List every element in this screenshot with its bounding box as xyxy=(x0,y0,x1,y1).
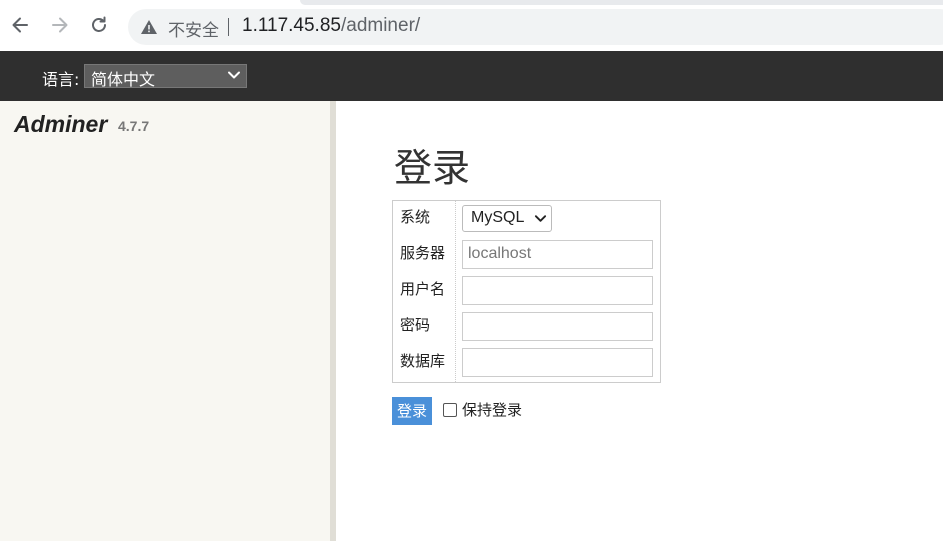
language-label: 语言: xyxy=(42,70,80,89)
password-label: 密码 xyxy=(400,316,431,334)
language-select[interactable]: 简体中文 xyxy=(84,64,247,89)
username-input[interactable] xyxy=(462,276,653,305)
address-bar[interactable]: 不安全 1.117.45.85/adminer/ xyxy=(128,9,943,45)
form-row-username: 用户名 xyxy=(393,273,660,309)
login-button[interactable]: 登录 xyxy=(392,397,432,425)
login-form-table: 系统 MySQL 服务器 localhost 用户名 密码 数据库 xyxy=(392,200,661,383)
system-label: 系统 xyxy=(400,208,431,226)
adminer-logo-link[interactable]: Adminer xyxy=(14,111,107,138)
security-label: 不安全 xyxy=(168,21,219,41)
remember-checkbox[interactable] xyxy=(443,403,457,417)
system-select[interactable]: MySQL xyxy=(462,205,552,232)
form-row-system: 系统 MySQL xyxy=(393,201,660,237)
main-content: 登录 系统 MySQL 服务器 localhost 用户名 密码 数据库 登录 xyxy=(336,101,943,541)
chevron-down-icon xyxy=(228,71,240,79)
page-title: 登录 xyxy=(394,146,471,190)
browser-toolbar: 不安全 1.117.45.85/adminer/ xyxy=(0,0,943,51)
tab-strip xyxy=(0,0,943,5)
chevron-down-icon xyxy=(534,215,547,222)
language-bar: 语言: 简体中文 xyxy=(0,51,943,101)
url-host: 1.117.45.85 xyxy=(242,15,341,36)
version-link[interactable]: 4.7.7 xyxy=(118,118,149,134)
reload-icon[interactable] xyxy=(86,12,112,38)
password-input[interactable] xyxy=(462,312,653,341)
database-label: 数据库 xyxy=(400,352,446,370)
back-icon[interactable] xyxy=(7,12,33,38)
language-value: 简体中文 xyxy=(91,70,156,89)
url-text: 1.117.45.85/adminer/ xyxy=(242,15,420,37)
warning-icon[interactable] xyxy=(140,18,158,36)
remember-label[interactable]: 保持登录 xyxy=(462,399,522,420)
server-input[interactable]: localhost xyxy=(462,240,653,269)
form-row-database: 数据库 xyxy=(393,345,660,381)
server-label: 服务器 xyxy=(400,244,446,262)
username-label: 用户名 xyxy=(400,280,446,298)
form-row-server: 服务器 localhost xyxy=(393,237,660,273)
sidebar: Adminer 4.7.7 xyxy=(0,101,330,541)
database-input[interactable] xyxy=(462,348,653,377)
address-separator xyxy=(228,18,229,36)
system-value: MySQL xyxy=(471,209,525,226)
url-path: /adminer/ xyxy=(340,15,421,36)
forward-icon[interactable] xyxy=(47,12,73,38)
form-row-password: 密码 xyxy=(393,309,660,345)
